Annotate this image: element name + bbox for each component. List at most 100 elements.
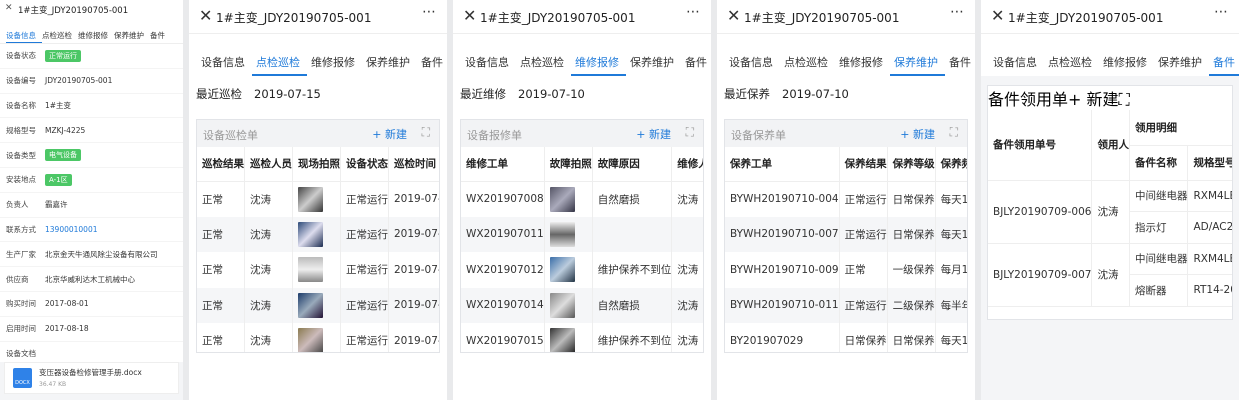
close-icon[interactable]: ✕: [991, 6, 1004, 25]
tab-device-info[interactable]: 设备信息: [989, 34, 1044, 76]
close-icon[interactable]: ✕: [199, 6, 212, 25]
photo-thumbnail[interactable]: [549, 257, 575, 283]
photo-thumbnail[interactable]: [298, 221, 323, 247]
tab-inspection[interactable]: 点检巡检: [42, 18, 78, 43]
tab-spare-parts[interactable]: 备件: [417, 34, 447, 76]
photo-thumbnail[interactable]: [549, 292, 575, 318]
tab-spare-parts[interactable]: 备件: [1209, 34, 1239, 76]
field-value: MZKJ-4225: [45, 125, 86, 135]
tab-repair[interactable]: 维修报修: [307, 34, 362, 76]
field-value: 正常运行: [45, 49, 81, 62]
field-label: 联系方式: [6, 224, 36, 234]
table-row[interactable]: WX201907012 维护保养不到位 沈涛: [461, 252, 703, 288]
table-row[interactable]: BYWH20190710-007正常运行日常保养每天1次: [725, 216, 967, 252]
new-button[interactable]: + 新建: [900, 126, 935, 142]
table-row[interactable]: BJLY20190709-006沈涛中间继电器RXM4LB2P7: [988, 180, 1232, 244]
table-row[interactable]: WX201907014 自然磨损 沈涛: [461, 287, 703, 323]
close-icon[interactable]: ✕: [727, 6, 740, 25]
tab-spare-parts[interactable]: 备件: [681, 34, 711, 76]
field-value[interactable]: 13900010001: [45, 225, 98, 234]
card-header: 设备保养单 + 新建 ⛶: [725, 120, 967, 147]
table-cell: 沈涛: [1091, 180, 1130, 244]
photo-thumbnail[interactable]: [549, 221, 575, 247]
photo-thumbnail[interactable]: [298, 186, 323, 212]
photo-thumbnail[interactable]: [298, 328, 323, 352]
field-row: 设备类型 电气设备: [0, 143, 183, 168]
photo-thumbnail[interactable]: [298, 292, 323, 318]
tab-spare-parts[interactable]: 备件: [150, 18, 171, 43]
table-row[interactable]: BYWH20190710-004正常运行日常保养每天1次: [725, 181, 967, 217]
doc-name: 变压器设备检修管理手册.docx: [39, 368, 142, 378]
table-row[interactable]: BY201907029日常保养日常保养每天1次: [725, 323, 967, 352]
tab-maintenance[interactable]: 保养维护: [114, 18, 150, 43]
table-row[interactable]: 正常沈涛 正常运行2019-07-0: [197, 216, 439, 252]
table-cell: RT14-20/4A: [1187, 274, 1232, 307]
tab-maintenance[interactable]: 保养维护: [626, 34, 681, 76]
tab-inspection[interactable]: 点检巡检: [1044, 34, 1099, 76]
tab-device-info[interactable]: 设备信息: [461, 34, 516, 76]
maintenance-panel: ✕ 1#主变_JDY20190705-001 ⋯ 设备信息 点检巡检 维修报修 保养维护 备件…: [717, 0, 975, 400]
tab-device-info[interactable]: 设备信息: [6, 18, 42, 43]
table-row[interactable]: WX201907008 自然磨损 沈涛: [461, 181, 703, 217]
table-cell: 正常: [197, 181, 245, 217]
more-icon[interactable]: ⋯: [686, 4, 701, 20]
table-cell: 中间继电器: [1129, 243, 1189, 275]
new-button[interactable]: + 新建: [1068, 90, 1119, 109]
table-row[interactable]: 正常沈涛 正常运行2019-07-0: [197, 252, 439, 288]
table-cell: WX201907012: [461, 252, 545, 288]
recent-label: 最近巡检: [196, 87, 242, 101]
card-title: 设备巡检单: [203, 129, 258, 142]
close-icon[interactable]: ✕: [463, 6, 476, 25]
table-row[interactable]: 正常沈涛 正常运行2019-07-1: [197, 323, 439, 352]
new-button[interactable]: + 新建: [636, 126, 671, 142]
more-icon[interactable]: ⋯: [1214, 4, 1229, 20]
table-row[interactable]: BJLY20190709-007沈涛中间继电器RXM4LB2P7: [988, 243, 1232, 307]
table-cell: AD/AC220V: [1187, 211, 1232, 244]
table-row[interactable]: BYWH20190710-009正常一级保养每月1次: [725, 252, 967, 288]
panel-title: 1#主变_JDY20190705-001: [1008, 11, 1164, 25]
field-row: 设备编号 JDY20190705-001: [0, 69, 183, 94]
tab-inspection[interactable]: 点检巡检: [516, 34, 571, 76]
table-cell: [592, 216, 673, 252]
table-row[interactable]: 正常沈涛 正常运行2019-07-0: [197, 181, 439, 217]
photo-thumbnail[interactable]: [549, 328, 575, 352]
column-header: 巡检时间: [388, 147, 439, 182]
expand-icon[interactable]: ⛶: [1119, 90, 1130, 109]
field-value: 1#主变: [45, 100, 72, 110]
table-row[interactable]: 正常沈涛 正常运行2019-07-0: [197, 287, 439, 323]
new-button[interactable]: + 新建: [372, 126, 407, 142]
panel-title: 1#主变_JDY20190705-001: [480, 11, 636, 25]
tab-inspection[interactable]: 点检巡检: [780, 34, 835, 76]
photo-thumbnail[interactable]: [549, 186, 575, 212]
tab-repair[interactable]: 维修报修: [78, 18, 114, 43]
expand-icon[interactable]: ⛶: [422, 125, 430, 140]
table-cell: 自然磨损: [592, 287, 673, 323]
doc-attachment[interactable]: DOCX 变压器设备检修管理手册.docx 36.47 KB: [4, 361, 179, 394]
photo-thumbnail[interactable]: [298, 257, 323, 283]
table-row[interactable]: BYWH20190710-011正常运行二级保养每半年1次: [725, 287, 967, 323]
tab-spare-parts[interactable]: 备件: [945, 34, 975, 76]
more-icon[interactable]: ⋯: [950, 4, 965, 20]
tab-maintenance[interactable]: 保养维护: [890, 34, 945, 76]
tab-repair[interactable]: 维修报修: [571, 34, 626, 76]
table-cell: BYWH20190710-009: [725, 252, 840, 288]
tab-device-info[interactable]: 设备信息: [197, 34, 252, 76]
tab-maintenance[interactable]: 保养维护: [362, 34, 417, 76]
column-header: 规格型号: [1187, 145, 1232, 181]
expand-icon[interactable]: ⛶: [950, 125, 958, 140]
table-row[interactable]: WX201907011: [461, 216, 703, 252]
table-row[interactable]: WX201907015 维护保养不到位 沈涛: [461, 323, 703, 352]
tab-inspection[interactable]: 点检巡检: [252, 34, 307, 76]
back-icon[interactable]: ✕: [5, 3, 13, 13]
tab-device-info[interactable]: 设备信息: [725, 34, 780, 76]
expand-icon[interactable]: ⛶: [686, 125, 694, 140]
column-header: 保养工单: [725, 147, 840, 182]
table-cell: WX201907008: [461, 181, 545, 217]
table-cell: 正常: [839, 252, 888, 288]
panel-tabs: 设备信息 点检巡检 维修报修 保养维护 备件: [453, 34, 711, 76]
tab-repair[interactable]: 维修报修: [835, 34, 890, 76]
tab-maintenance[interactable]: 保养维护: [1154, 34, 1209, 76]
more-icon[interactable]: ⋯: [422, 4, 437, 20]
tab-repair[interactable]: 维修报修: [1099, 34, 1154, 76]
table-cell: [292, 287, 341, 323]
